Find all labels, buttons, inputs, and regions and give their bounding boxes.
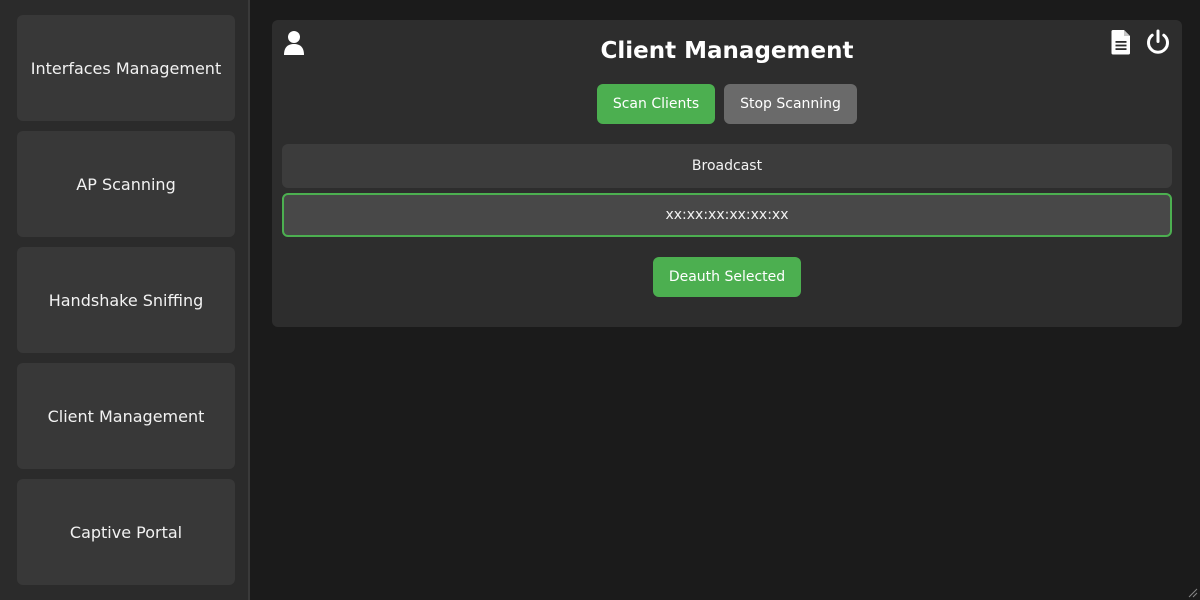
sidebar-item-ap-scanning[interactable]: AP Scanning — [17, 131, 235, 237]
sidebar-item-label: Interfaces Management — [30, 58, 222, 78]
power-icon[interactable] — [1145, 29, 1171, 55]
deauth-selected-label: Deauth Selected — [668, 269, 786, 285]
sidebar-item-label: Captive Portal — [69, 522, 183, 542]
sidebar-item-captive-portal[interactable]: Captive Portal — [17, 479, 235, 585]
resize-grip-icon[interactable] — [1186, 586, 1198, 598]
document-icon[interactable] — [1111, 29, 1131, 55]
client-row-selected[interactable]: xx:xx:xx:xx:xx:xx — [282, 193, 1172, 237]
sidebar-item-label: Client Management — [47, 406, 205, 426]
sidebar: Interfaces Management AP Scanning Handsh… — [0, 0, 250, 600]
client-row-label: Broadcast — [691, 158, 763, 174]
scan-clients-label: Scan Clients — [612, 96, 700, 112]
sidebar-item-label: Handshake Sniffing — [48, 290, 204, 310]
sidebar-item-handshake-sniffing[interactable]: Handshake Sniffing — [17, 247, 235, 353]
scan-clients-button[interactable]: Scan Clients — [597, 84, 715, 124]
stop-scanning-button[interactable]: Stop Scanning — [724, 84, 857, 124]
client-management-panel: Client Management Scan Clients Stop Scan… — [272, 20, 1182, 327]
client-row-broadcast[interactable]: Broadcast — [282, 144, 1172, 188]
sidebar-item-interfaces-management[interactable]: Interfaces Management — [17, 15, 235, 121]
client-row-label: xx:xx:xx:xx:xx:xx — [665, 207, 789, 223]
sidebar-item-label: AP Scanning — [76, 174, 176, 194]
page-title: Client Management — [600, 38, 854, 64]
app-window: Interfaces Management AP Scanning Handsh… — [0, 0, 1200, 600]
sidebar-item-client-management[interactable]: Client Management — [17, 363, 235, 469]
deauth-selected-button[interactable]: Deauth Selected — [653, 257, 801, 297]
stop-scanning-label: Stop Scanning — [740, 96, 841, 112]
